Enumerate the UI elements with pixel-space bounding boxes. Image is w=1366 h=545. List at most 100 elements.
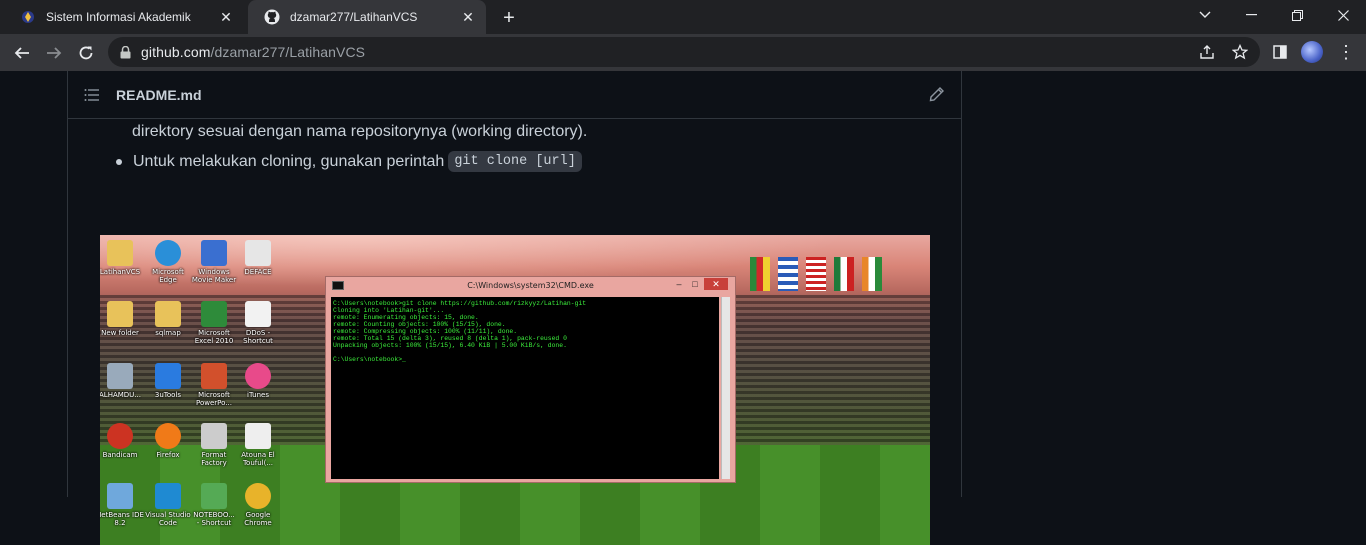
movie-maker-icon bbox=[201, 240, 227, 266]
flag bbox=[778, 257, 798, 291]
desktop-icon-label: ALHAMDU... bbox=[100, 391, 141, 399]
desktop-icon-label: Firefox bbox=[156, 451, 180, 459]
outline-list-icon[interactable] bbox=[84, 88, 100, 107]
github-icon bbox=[264, 9, 280, 25]
desktop-icon-label: DDoS - Shortcut bbox=[243, 329, 273, 345]
url-path: /dzamar277/LatihanVCS bbox=[210, 44, 366, 60]
tab-title: dzamar277/LatihanVCS bbox=[290, 10, 418, 24]
inline-code: git clone [url] bbox=[448, 151, 582, 172]
folder-icon bbox=[155, 301, 181, 327]
desktop-icon-label: LatihanVCS bbox=[100, 268, 141, 276]
desktop-icon-label: 3uTools bbox=[154, 391, 182, 399]
url-host: github.com bbox=[141, 44, 211, 60]
reload-icon[interactable] bbox=[72, 39, 100, 67]
share-icon[interactable] bbox=[1199, 44, 1215, 60]
desktop-icon-label: DEFACE bbox=[244, 268, 272, 276]
stadium-flags bbox=[750, 257, 882, 291]
cmd-output-line bbox=[333, 349, 717, 356]
document-icon bbox=[245, 301, 271, 327]
address-bar[interactable]: github.com/dzamar277/LatihanVCS bbox=[108, 37, 1260, 67]
desktop-icon-item: 3uTools bbox=[142, 363, 194, 399]
audio-file-icon bbox=[245, 423, 271, 449]
powerpoint-icon bbox=[201, 363, 227, 389]
list-item-text: Untuk melakukan cloning, gunakan perinta… bbox=[133, 152, 445, 170]
cmd-close-icon: ✕ bbox=[704, 278, 728, 290]
back-arrow-icon[interactable] bbox=[8, 39, 36, 67]
cmd-maximize-icon: □ bbox=[692, 279, 698, 289]
close-tab-icon[interactable]: ✕ bbox=[218, 9, 234, 25]
desktop-icon-item: Microsoft Edge bbox=[142, 240, 194, 284]
desktop-icon-item: Google Chrome bbox=[232, 483, 284, 527]
format-factory-icon bbox=[201, 423, 227, 449]
desktop-icon-item: ALHAMDU... bbox=[100, 363, 146, 399]
desktop-icon-label: Atouna El Touful(... bbox=[241, 451, 275, 467]
lock-icon[interactable] bbox=[120, 45, 131, 59]
cmd-output-line: C:\Users\notebook>git clone https://gith… bbox=[333, 300, 587, 307]
cmd-output-line: Cloning into 'Latihan-git'... bbox=[333, 307, 445, 314]
menu-kebab-icon[interactable]: ⋮ bbox=[1336, 42, 1356, 62]
tab-sistem-informasi[interactable]: Sistem Informasi Akademik ✕ bbox=[4, 0, 244, 34]
side-panel-icon[interactable] bbox=[1270, 42, 1290, 62]
flag bbox=[862, 257, 882, 291]
bandicam-icon bbox=[107, 423, 133, 449]
cmd-output-line: remote: Total 15 (delta 3), reused 8 (de… bbox=[333, 335, 567, 342]
url-text: github.com/dzamar277/LatihanVCS bbox=[141, 44, 365, 60]
close-tab-icon[interactable]: ✕ bbox=[460, 9, 476, 25]
profile-avatar[interactable] bbox=[1301, 41, 1323, 63]
tab-latihanvcs[interactable]: dzamar277/LatihanVCS ✕ bbox=[248, 0, 486, 34]
forward-arrow-icon[interactable] bbox=[40, 39, 68, 67]
desktop-icon-label: Microsoft Edge bbox=[152, 268, 184, 284]
gear-icon bbox=[107, 363, 133, 389]
restore-icon[interactable] bbox=[1274, 0, 1320, 30]
desktop-icon-item: Atouna El Touful(... bbox=[232, 423, 284, 467]
document-icon bbox=[245, 240, 271, 266]
close-window-icon[interactable] bbox=[1320, 0, 1366, 30]
cmd-output-line: C:\Users\notebook>_ bbox=[333, 356, 406, 363]
excel-icon bbox=[201, 301, 227, 327]
new-tab-button[interactable]: + bbox=[498, 7, 520, 29]
desktop-icon-label: NetBeans IDE 8.2 bbox=[100, 511, 144, 527]
cmd-scrollbar bbox=[721, 297, 730, 479]
cmd-output-line: remote: Enumerating objects: 15, done. bbox=[333, 314, 479, 321]
folder-icon bbox=[107, 240, 133, 266]
vscode-icon bbox=[155, 483, 181, 509]
desktop-icon-label: Bandicam bbox=[102, 451, 138, 459]
desktop-icon-label: Visual Studio Code bbox=[145, 511, 191, 527]
desktop-icon-item: New folder bbox=[100, 301, 146, 337]
cmd-output-line: remote: Counting objects: 100% (15/15), … bbox=[333, 321, 506, 328]
bookmark-star-icon[interactable] bbox=[1232, 44, 1248, 60]
browser-toolbar: github.com/dzamar277/LatihanVCS bbox=[0, 34, 1366, 71]
cmd-titlebar: C:\Windows\system32\CMD.exe – □ ✕ bbox=[326, 277, 735, 293]
list-item: Untuk melakukan cloning, gunakan perinta… bbox=[116, 151, 582, 172]
cmd-output-line: Unpacking objects: 100% (15/15), 6.40 Ki… bbox=[333, 342, 567, 349]
edge-icon bbox=[155, 240, 181, 266]
readme-header: README.md bbox=[68, 71, 961, 119]
flag bbox=[750, 257, 770, 291]
github-page: README.md direktory sesuai dengan nama r… bbox=[0, 71, 1366, 545]
tab-search-icon[interactable] bbox=[1182, 0, 1228, 30]
pencil-edit-icon[interactable] bbox=[929, 86, 945, 107]
cmd-console: C:\Users\notebook>git clone https://gith… bbox=[331, 297, 719, 479]
itunes-icon bbox=[245, 363, 271, 389]
firefox-icon bbox=[155, 423, 181, 449]
desktop-icon-item: sqlmap bbox=[142, 301, 194, 337]
bullet-dot bbox=[116, 158, 122, 165]
tools-icon bbox=[155, 363, 181, 389]
desktop-icon-item: LatihanVCS bbox=[100, 240, 146, 276]
desktop-icon-label: Google Chrome bbox=[244, 511, 272, 527]
desktop-icon-item: NetBeans IDE 8.2 bbox=[100, 483, 146, 527]
desktop-icon-label: iTunes bbox=[247, 391, 269, 399]
desktop-icon-item: Firefox bbox=[142, 423, 194, 459]
flag bbox=[834, 257, 854, 291]
readme-filename[interactable]: README.md bbox=[116, 87, 202, 103]
list-item-continued-text: direktory sesuai dengan nama repositoryn… bbox=[132, 123, 588, 140]
readme-screenshot-image: LatihanVCS Microsoft Edge Windows Movie Ma… bbox=[100, 235, 930, 545]
tab-bar: Sistem Informasi Akademik ✕ dzamar277/La… bbox=[0, 0, 1366, 34]
desktop-icon-item: Visual Studio Code bbox=[142, 483, 194, 527]
netbeans-icon bbox=[107, 483, 133, 509]
desktop-icon-item: DDoS - Shortcut bbox=[232, 301, 284, 345]
desktop-icon-item: DEFACE bbox=[232, 240, 284, 276]
desktop-icon-item: iTunes bbox=[232, 363, 284, 399]
minimize-icon[interactable] bbox=[1228, 0, 1274, 30]
flag bbox=[806, 257, 826, 291]
